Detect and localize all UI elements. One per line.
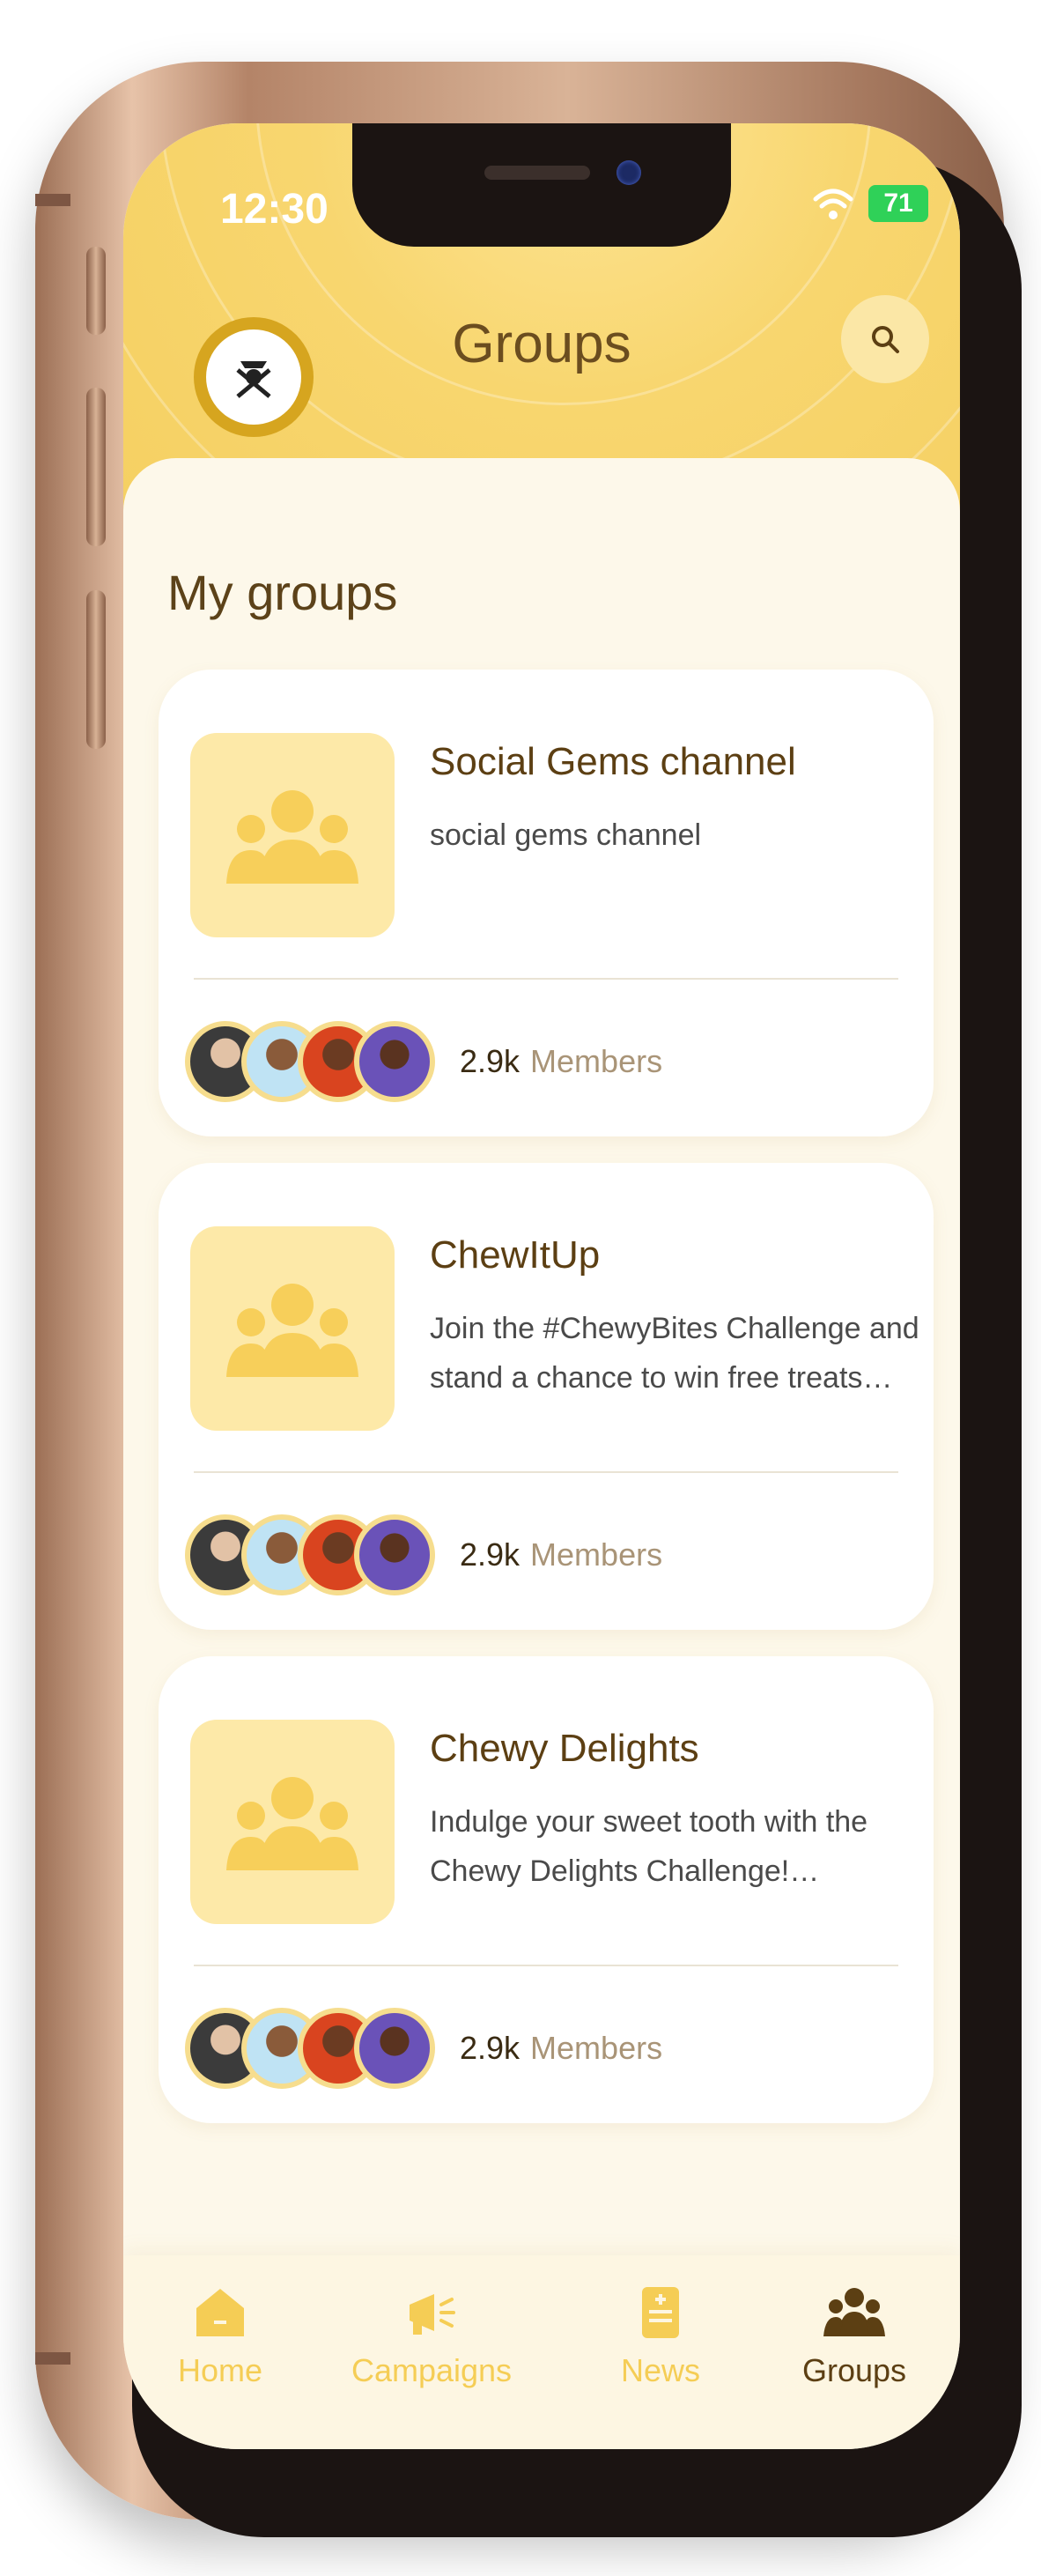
group-icon [226, 1284, 358, 1377]
members-count: 2.9k [460, 1043, 520, 1079]
mute-switch [86, 247, 106, 335]
antenna-band [35, 194, 70, 206]
search-button[interactable] [841, 295, 929, 383]
group-name: Social Gems channel [430, 740, 796, 783]
status-time: 12:30 [220, 186, 329, 233]
wifi-icon [813, 189, 853, 219]
nav-news[interactable]: News [572, 2282, 749, 2389]
group-thumbnail [190, 1226, 395, 1431]
members-row: 2.9k Members [185, 1018, 662, 1106]
battery-level: 71 [883, 189, 913, 218]
nav-campaigns-label: Campaigns [351, 2352, 513, 2388]
groups-icon [823, 2288, 885, 2336]
megaphone-icon [410, 2294, 455, 2335]
members-row: 2.9k Members [185, 1511, 662, 1599]
group-thumbnail [190, 733, 395, 937]
speaker [484, 166, 590, 180]
nav-groups[interactable]: Groups [766, 2282, 942, 2389]
notch [352, 123, 731, 247]
members-label: Members [530, 1536, 663, 1573]
members-label: Members [530, 1043, 663, 1079]
group-name: Chewy Delights [430, 1727, 699, 1770]
nav-campaigns[interactable]: Campaigns [343, 2282, 520, 2389]
nav-home-label: Home [177, 2352, 263, 2388]
members-label: Members [530, 2030, 663, 2066]
bottom-nav: Home Campaigns News Groups [123, 2255, 960, 2449]
nav-news-label: News [620, 2352, 701, 2388]
member-avatar [354, 1021, 435, 1102]
group-card[interactable]: Social Gems channel social gems channel … [159, 670, 934, 1136]
groups-content: My groups Social Gems channel social gem… [123, 458, 960, 2255]
group-card[interactable]: ChewItUp Join the #ChewyBites Challenge … [159, 1163, 934, 1630]
members-count: 2.9k [460, 1536, 520, 1573]
members-row: 2.9k Members [185, 2004, 662, 2092]
home-icon [196, 2289, 244, 2336]
front-camera [616, 160, 641, 185]
card-divider [194, 1965, 898, 1966]
member-avatar [354, 1514, 435, 1595]
group-description: Indulge your sweet tooth with the Chewy … [430, 1805, 868, 1888]
card-divider [194, 1471, 898, 1473]
group-name: ChewItUp [430, 1233, 601, 1277]
group-thumbnail [190, 1720, 395, 1924]
member-avatar [354, 2008, 435, 2089]
volume-up-button [86, 388, 106, 546]
news-icon [642, 2287, 679, 2338]
section-title: My groups [167, 565, 398, 620]
group-icon [226, 790, 358, 884]
nav-groups-label: Groups [801, 2352, 907, 2388]
antenna-band [35, 2352, 70, 2365]
battery-icon: 71 [868, 185, 928, 222]
page-title: Groups [452, 314, 631, 374]
group-description: social gems channel [430, 818, 702, 852]
group-description: Join the #ChewyBites Challenge and stand… [430, 1312, 919, 1395]
members-count: 2.9k [460, 2030, 520, 2066]
card-divider [194, 978, 898, 980]
volume-down-button [86, 590, 106, 749]
app-screen: 12:30 71 Groups My groups Social Gems ch… [123, 123, 960, 2449]
nav-home[interactable]: Home [132, 2282, 308, 2389]
group-icon [226, 1777, 358, 1870]
group-card[interactable]: Chewy Delights Indulge your sweet tooth … [159, 1656, 934, 2123]
search-icon [872, 326, 899, 353]
